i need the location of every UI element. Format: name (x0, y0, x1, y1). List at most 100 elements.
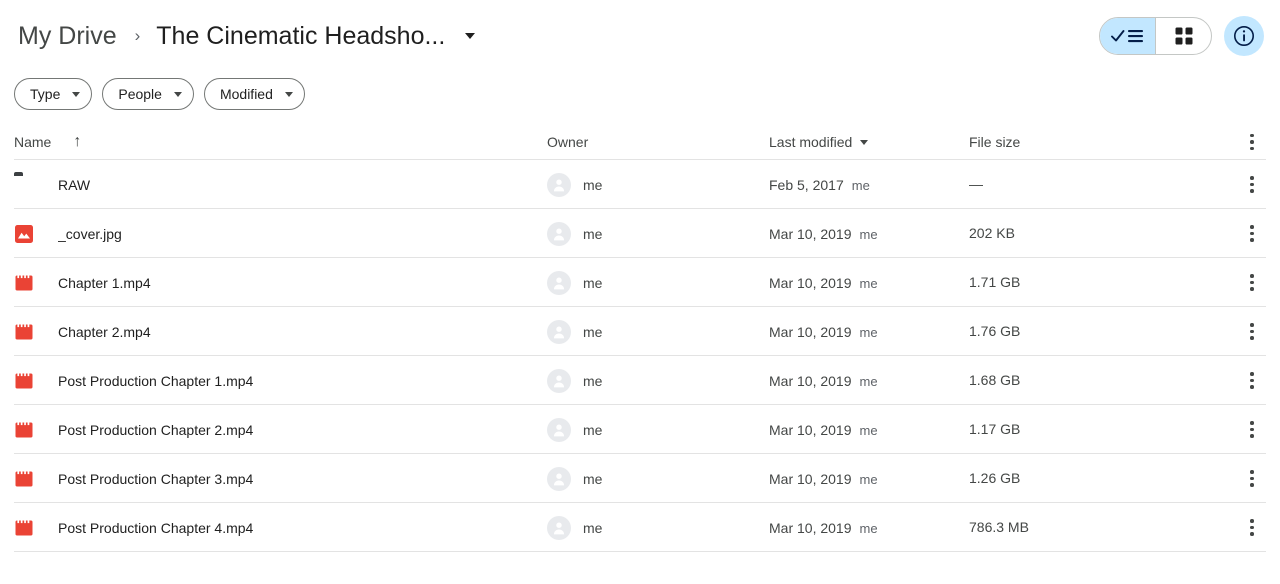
filter-chip-people[interactable]: People (102, 78, 194, 110)
filter-chip-modified-label: Modified (219, 86, 273, 102)
owner-label: me (583, 372, 603, 389)
table-row[interactable]: Post Production Chapter 1.mp4 me Mar 10, 2… (0, 356, 1280, 405)
filter-chip-modified[interactable]: Modified (203, 78, 305, 110)
cell-name: Post Production Chapter 1.mp4 (14, 371, 547, 391)
person-icon (553, 522, 565, 534)
video-file-icon (15, 422, 33, 437)
cell-actions (1219, 468, 1264, 490)
row-more-options-icon[interactable] (1242, 370, 1262, 392)
cell-name: RAW (14, 175, 547, 195)
cell-last-modified: Mar 10, 2019 me (769, 226, 969, 242)
sort-ascending-icon: ↑ (73, 133, 82, 150)
person-icon (553, 277, 565, 289)
file-name-label: _cover.jpg (58, 225, 122, 242)
modified-date-label: Mar 10, 2019 (769, 421, 852, 438)
table-row[interactable]: Post Production Chapter 3.mp4 me Mar 10, 2… (0, 454, 1280, 503)
column-header-name-label: Name (14, 134, 52, 150)
column-header-last-modified[interactable]: Last modified (769, 134, 969, 150)
modified-by-label: me (859, 471, 878, 487)
row-more-options-icon[interactable] (1242, 272, 1262, 294)
table-body: RAW me Feb 5, 2017 me — _cover.jpg me Mar 10, 2… (0, 160, 1280, 552)
cell-last-modified: Mar 10, 2019 me (769, 275, 969, 291)
owner-label: me (583, 421, 603, 438)
avatar (547, 319, 571, 344)
column-header-owner[interactable]: Owner (547, 134, 769, 150)
filter-chip-type[interactable]: Type (14, 78, 93, 110)
video-file-icon (15, 520, 33, 535)
file-size-label: 786.3 MB (969, 518, 1029, 535)
cell-actions (1219, 321, 1264, 343)
row-more-options-icon[interactable] (1242, 419, 1262, 441)
chevron-down-icon[interactable] (465, 33, 476, 39)
avatar (547, 172, 571, 197)
breadcrumb-current-folder[interactable]: The Cinematic Headsho... (152, 20, 449, 53)
file-size-label: 1.76 GB (969, 322, 1021, 339)
cell-last-modified: Mar 10, 2019 me (769, 520, 969, 536)
cell-file-size: 1.17 GB (969, 421, 1219, 439)
file-size-label: 1.68 GB (969, 371, 1021, 388)
file-size-label: 202 KB (969, 224, 1015, 241)
filter-chip-type-label: Type (30, 86, 61, 102)
modified-by-label: me (851, 177, 870, 193)
table-row[interactable]: Post Production Chapter 2.mp4 me Mar 10, 2… (0, 405, 1280, 454)
filter-chip-bar: Type People Modified (0, 72, 1280, 116)
file-list-table: Name ↑ Owner Last modified File size RAW… (0, 116, 1280, 552)
cell-last-modified: Mar 10, 2019 me (769, 373, 969, 389)
cell-owner: me (547, 221, 769, 246)
chevron-down-icon (173, 91, 182, 97)
person-icon (553, 375, 565, 387)
grid-view-button[interactable] (1155, 18, 1211, 54)
row-more-options-icon[interactable] (1242, 321, 1262, 343)
column-header-file-size[interactable]: File size (969, 134, 1219, 150)
modified-date-label: Mar 10, 2019 (769, 372, 852, 389)
row-more-options-icon[interactable] (1242, 517, 1262, 539)
modified-by-label: me (859, 275, 878, 291)
row-more-options-icon[interactable] (1242, 223, 1262, 245)
column-header-last-modified-label: Last modified (769, 134, 853, 150)
owner-label: me (583, 470, 603, 487)
table-row[interactable]: Post Production Chapter 4.mp4 me Mar 10, 2… (0, 503, 1280, 552)
cell-name: Chapter 2.mp4 (14, 322, 547, 342)
table-row[interactable]: Chapter 1.mp4 me Mar 10, 2019 me 1.71 GB (0, 258, 1280, 307)
video-file-icon (15, 275, 33, 290)
table-row[interactable]: RAW me Feb 5, 2017 me — (0, 160, 1280, 209)
cell-actions (1219, 370, 1264, 392)
avatar (547, 270, 571, 295)
column-header-actions (1219, 131, 1264, 153)
cell-actions (1219, 223, 1264, 245)
video-file-icon (15, 471, 33, 486)
cell-name: Chapter 1.mp4 (14, 273, 547, 293)
file-name-label: Post Production Chapter 3.mp4 (58, 470, 254, 487)
filter-chip-people-label: People (118, 86, 162, 102)
chevron-down-icon (284, 91, 293, 97)
owner-label: me (583, 519, 603, 536)
top-bar: My Drive › The Cinematic Headsho... (0, 0, 1280, 72)
person-icon (553, 424, 565, 436)
cell-owner: me (547, 172, 769, 197)
top-right-controls (1099, 16, 1264, 56)
modified-by-label: me (859, 422, 878, 438)
column-header-name[interactable]: Name ↑ (14, 133, 547, 151)
info-button[interactable] (1224, 16, 1264, 56)
cell-file-size: 1.76 GB (969, 323, 1219, 341)
grid-icon (1175, 27, 1192, 45)
modified-date-label: Feb 5, 2017 (769, 176, 844, 193)
cell-actions (1219, 174, 1264, 196)
cell-actions (1219, 419, 1264, 441)
row-more-options-icon[interactable] (1242, 468, 1262, 490)
breadcrumb-separator-icon: › (134, 26, 141, 45)
table-row[interactable]: Chapter 2.mp4 me Mar 10, 2019 me 1.76 GB (0, 307, 1280, 356)
cell-name: Post Production Chapter 2.mp4 (14, 420, 547, 440)
modified-by-label: me (859, 373, 878, 389)
row-more-options-icon[interactable] (1242, 174, 1262, 196)
breadcrumb-root[interactable]: My Drive (14, 20, 121, 53)
file-name-label: Chapter 1.mp4 (58, 274, 151, 291)
cell-owner: me (547, 515, 769, 540)
table-row[interactable]: _cover.jpg me Mar 10, 2019 me 202 KB (0, 209, 1280, 258)
cell-file-size: 202 KB (969, 225, 1219, 243)
column-header-file-size-label: File size (969, 134, 1021, 150)
breadcrumb: My Drive › The Cinematic Headsho... (14, 20, 476, 53)
list-view-button[interactable] (1100, 18, 1155, 54)
file-name-label: Post Production Chapter 4.mp4 (58, 519, 254, 536)
more-options-icon[interactable] (1242, 131, 1262, 153)
